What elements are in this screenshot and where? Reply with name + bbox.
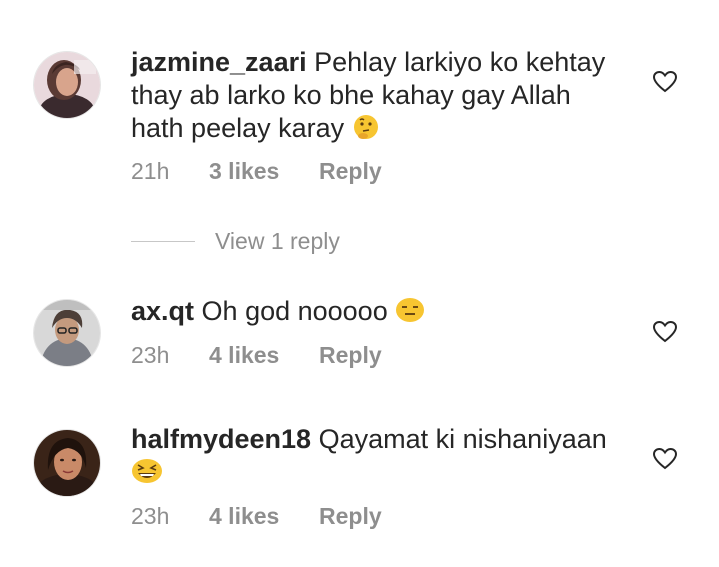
comment-meta: 21h 3 likes Reply xyxy=(131,158,382,185)
comment-time: 21h xyxy=(131,158,170,184)
comment-username[interactable]: jazmine_zaari xyxy=(131,47,307,77)
grinning-squinting-face-icon xyxy=(131,457,163,493)
reply-button[interactable]: Reply xyxy=(319,158,382,185)
comment-body: Oh god nooooo xyxy=(201,296,388,326)
comment-likes[interactable]: 4 likes xyxy=(209,503,319,530)
expressionless-face-icon xyxy=(395,296,425,332)
avatar[interactable] xyxy=(34,52,100,118)
comment-time: 23h xyxy=(131,503,170,529)
comment-time: 23h xyxy=(131,342,170,368)
comment-body: Qayamat ki nishaniyaan xyxy=(318,424,607,454)
heart-icon[interactable] xyxy=(652,320,678,344)
avatar[interactable] xyxy=(34,430,100,496)
divider-line xyxy=(131,241,195,242)
comment-username[interactable]: ax.qt xyxy=(131,296,194,326)
comment-text: jazmine_zaari Pehlay larkiyo ko kehtay t… xyxy=(131,46,621,149)
heart-icon[interactable] xyxy=(652,447,678,471)
comment-likes[interactable]: 4 likes xyxy=(209,342,319,369)
avatar[interactable] xyxy=(34,300,100,366)
comment-username[interactable]: halfmydeen18 xyxy=(131,424,311,454)
thinking-face-icon xyxy=(352,113,380,149)
reply-button[interactable]: Reply xyxy=(319,342,382,369)
heart-icon[interactable] xyxy=(652,70,678,94)
view-replies-link[interactable]: View 1 reply xyxy=(131,228,340,255)
view-replies-label: View 1 reply xyxy=(215,228,340,254)
comment-meta: 23h 4 likes Reply xyxy=(131,503,382,530)
comment-meta: 23h 4 likes Reply xyxy=(131,342,382,369)
reply-button[interactable]: Reply xyxy=(319,503,382,530)
comment-text: halfmydeen18 Qayamat ki nishaniyaan xyxy=(131,423,621,493)
comment-text: ax.qt Oh god nooooo xyxy=(131,295,621,332)
comment-likes[interactable]: 3 likes xyxy=(209,158,319,185)
